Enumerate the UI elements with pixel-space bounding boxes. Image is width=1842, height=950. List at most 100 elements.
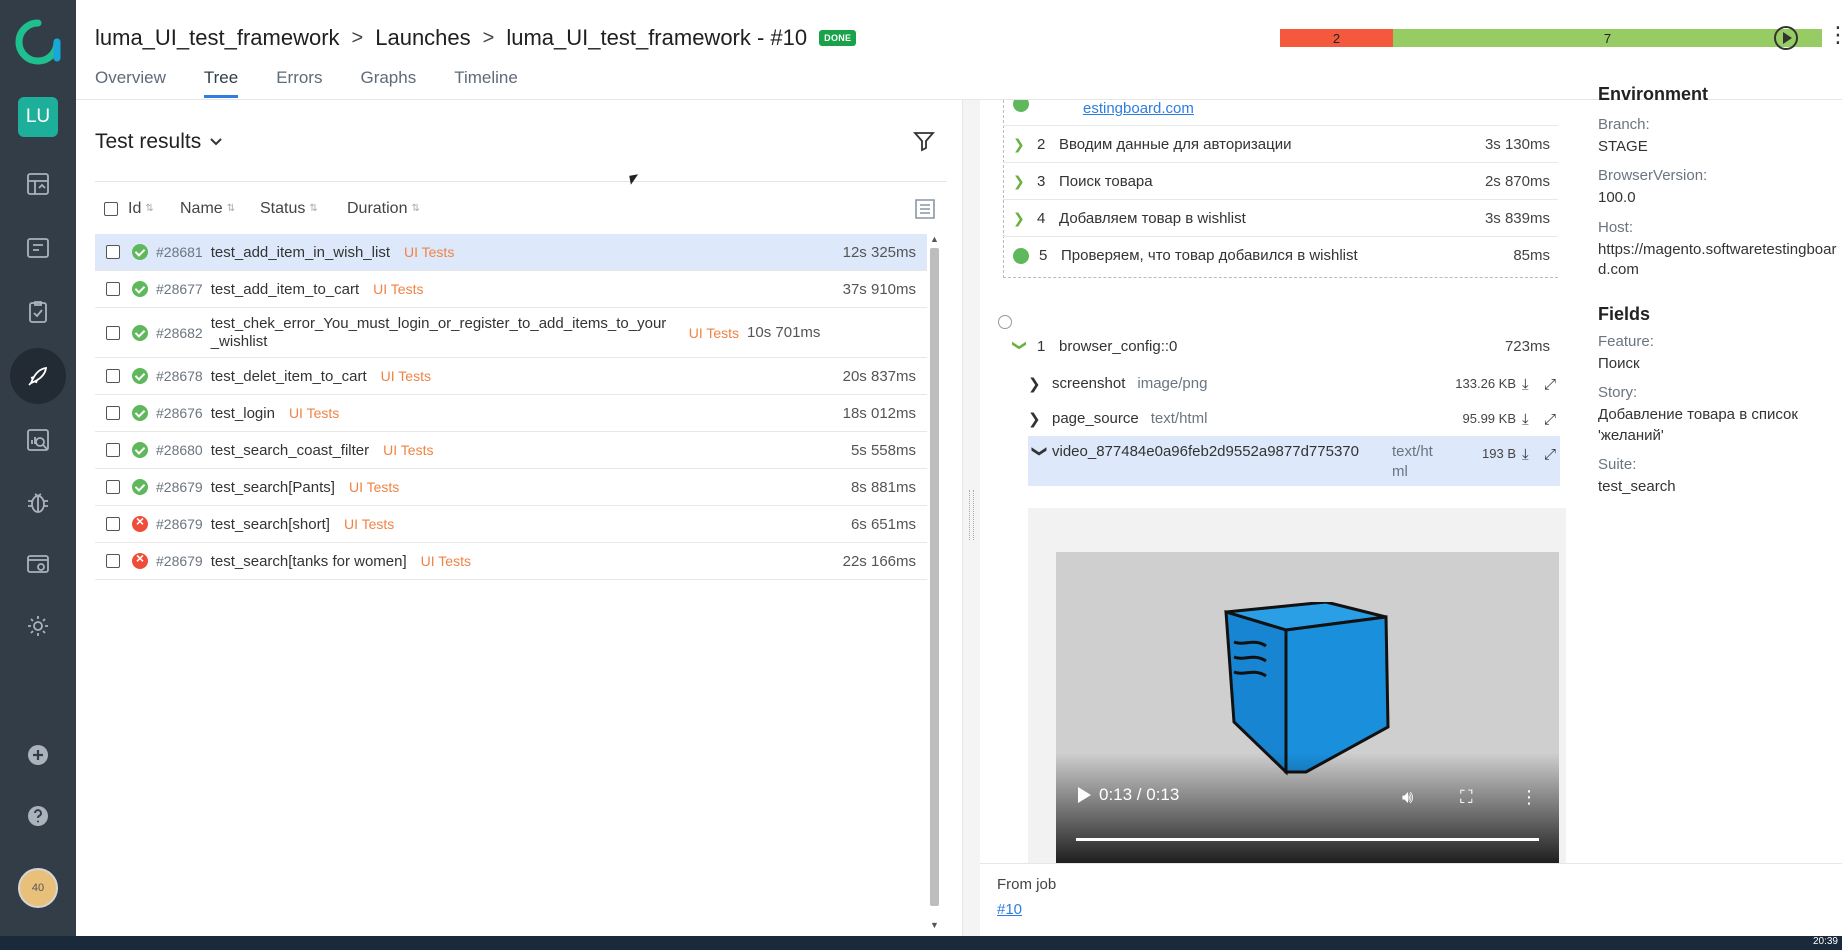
row-id: #28680 bbox=[156, 442, 203, 458]
fullscreen-icon[interactable]: ⛶ bbox=[1460, 787, 1473, 808]
expand-icon[interactable]: ⤢ bbox=[1544, 446, 1560, 463]
feature-label: Feature: bbox=[1598, 333, 1654, 350]
video-progress-bar[interactable] bbox=[1076, 838, 1539, 841]
step-link[interactable]: estingboard.com bbox=[1083, 100, 1194, 117]
scroll-down-icon[interactable]: ▼ bbox=[930, 920, 939, 930]
test-results-title[interactable]: Test results bbox=[95, 130, 223, 154]
rerun-play-icon[interactable] bbox=[1774, 26, 1798, 50]
table-row[interactable]: #28681 test_add_item_in_wish_list UI Tests… bbox=[95, 234, 927, 271]
row-checkbox[interactable] bbox=[106, 443, 120, 457]
table-row[interactable]: #28680 test_search_coast_filter UI Tests 5s… bbox=[95, 432, 927, 469]
chevron-right-icon[interactable]: ❯ bbox=[1028, 410, 1052, 428]
jobs-icon[interactable] bbox=[18, 544, 58, 584]
row-checkbox[interactable] bbox=[106, 325, 120, 340]
table-row[interactable]: #28679 test_search[short] UI Tests 6s 651ms bbox=[95, 506, 927, 543]
project-avatar[interactable]: LU bbox=[18, 97, 58, 137]
launch-statistic-bar[interactable]: 2 7 bbox=[1280, 29, 1822, 47]
user-avatar[interactable]: 40 bbox=[18, 868, 58, 908]
attachment-row[interactable]: ❯ screenshot image/png 133.26 KB ⤓ ⤢ bbox=[1028, 366, 1560, 401]
sort-icon: ⇅ bbox=[309, 202, 318, 214]
row-name[interactable]: test_search_coast_filter bbox=[211, 442, 369, 459]
branch-value: STAGE bbox=[1598, 138, 1648, 155]
row-name[interactable]: test_login bbox=[211, 405, 275, 422]
expand-icon[interactable]: ⤢ bbox=[1544, 376, 1560, 393]
row-name[interactable]: test_chek_error_You_must_login_or_regist… bbox=[211, 315, 671, 351]
row-checkbox[interactable] bbox=[106, 406, 120, 420]
fixture-row[interactable]: ❯ 1 browser_config::0 723ms bbox=[1003, 328, 1558, 365]
play-icon[interactable] bbox=[1078, 787, 1091, 803]
attachment-row-expanded[interactable]: ❯ video_877484e0a96feb2d9552a9877d775370… bbox=[1028, 436, 1560, 486]
video-player[interactable]: 0:13 / 0:13 🔊︎ ⛶ ⋮ bbox=[1056, 552, 1559, 863]
launches-rocket-icon[interactable] bbox=[10, 348, 66, 404]
filter-icon[interactable] bbox=[913, 130, 935, 152]
scrollbar[interactable]: ▲ ▼ bbox=[927, 234, 941, 930]
test-plans-icon[interactable] bbox=[18, 292, 58, 332]
scrollbar-thumb[interactable] bbox=[930, 248, 939, 906]
test-cases-icon[interactable] bbox=[18, 228, 58, 268]
mouse-cursor bbox=[629, 174, 640, 185]
scroll-up-icon[interactable]: ▲ bbox=[930, 234, 939, 244]
row-name[interactable]: test_add_item_in_wish_list bbox=[211, 244, 390, 261]
help-icon[interactable] bbox=[18, 796, 58, 836]
breadcrumb: luma_UI_test_framework > Launches > luma… bbox=[95, 25, 857, 51]
chevron-down-icon[interactable]: ❯ bbox=[1012, 340, 1029, 354]
chevron-right-icon[interactable]: ❯ bbox=[1013, 210, 1037, 227]
table-row[interactable]: #28679 test_search[tanks for women] UI Tes… bbox=[95, 543, 927, 580]
column-name[interactable]: Name ⇅ bbox=[180, 200, 260, 218]
row-checkbox[interactable] bbox=[106, 517, 120, 531]
row-checkbox[interactable] bbox=[106, 480, 120, 494]
step-row[interactable]: ❯ 2 Вводим данные для авторизации 3s 130… bbox=[1003, 126, 1558, 163]
more-menu-icon[interactable]: ⋮ bbox=[1827, 24, 1842, 46]
chevron-right-icon[interactable]: ❯ bbox=[1013, 136, 1037, 153]
column-status[interactable]: Status ⇅ bbox=[260, 200, 347, 218]
table-row[interactable]: #28677 test_add_item_to_cart UI Tests 37s 9… bbox=[95, 271, 927, 308]
row-checkbox[interactable] bbox=[106, 554, 120, 568]
row-name[interactable]: test_search[tanks for women] bbox=[211, 553, 407, 570]
add-plus-icon[interactable] bbox=[18, 735, 58, 775]
drag-handle-icon[interactable] bbox=[969, 490, 974, 540]
settings-gear-icon[interactable] bbox=[18, 606, 58, 646]
dashboards-icon[interactable] bbox=[18, 164, 58, 204]
chevron-down-icon[interactable]: ❯ bbox=[1031, 445, 1049, 469]
table-row[interactable]: #28682 test_chek_error_You_must_login_or_… bbox=[95, 308, 927, 358]
analytics-icon[interactable] bbox=[18, 420, 58, 460]
download-icon[interactable]: ⤓ bbox=[1522, 446, 1538, 463]
row-name[interactable]: test_search[short] bbox=[211, 516, 330, 533]
step-row[interactable]: ❯ 4 Добавляем товар в wishlist 3s 839ms bbox=[1003, 200, 1558, 237]
expand-icon[interactable]: ⤢ bbox=[1544, 411, 1560, 428]
defects-bug-icon[interactable] bbox=[18, 482, 58, 522]
attachment-row[interactable]: ❯ page_source text/html 95.99 KB ⤓ ⤢ bbox=[1028, 401, 1560, 436]
table-row[interactable]: #28676 test_login UI Tests 18s 012ms bbox=[95, 395, 927, 432]
step-row[interactable]: 5 Проверяем, что товар добавился в wishl… bbox=[1003, 237, 1558, 274]
tab-tree[interactable]: Tree bbox=[203, 68, 239, 98]
column-duration[interactable]: Duration ⇅ bbox=[347, 200, 420, 218]
row-name[interactable]: test_delet_item_to_cart bbox=[211, 368, 367, 385]
tab-errors[interactable]: Errors bbox=[276, 68, 322, 98]
tab-overview[interactable]: Overview bbox=[95, 68, 166, 98]
row-checkbox[interactable] bbox=[106, 369, 120, 383]
volume-icon[interactable]: 🔊︎ bbox=[1402, 787, 1413, 808]
table-row[interactable]: #28678 test_delet_item_to_cart UI Tests 20s… bbox=[95, 358, 927, 395]
job-link[interactable]: #10 bbox=[997, 901, 1022, 918]
tree-view-icon[interactable] bbox=[913, 198, 937, 220]
row-name[interactable]: test_add_item_to_cart bbox=[211, 281, 359, 298]
tab-graphs[interactable]: Graphs bbox=[360, 68, 416, 98]
breadcrumb-project[interactable]: luma_UI_test_framework bbox=[95, 25, 340, 51]
passed-status-icon bbox=[132, 405, 148, 421]
panel-splitter[interactable] bbox=[962, 100, 980, 936]
row-checkbox[interactable] bbox=[106, 282, 120, 296]
row-checkbox[interactable] bbox=[106, 245, 120, 259]
column-id[interactable]: Id ⇅ bbox=[128, 200, 180, 218]
download-icon[interactable]: ⤓ bbox=[1522, 411, 1538, 428]
breadcrumb-launches[interactable]: Launches bbox=[375, 25, 470, 51]
allure-logo-icon[interactable] bbox=[14, 18, 62, 66]
step-row[interactable]: ❯ 3 Поиск товара 2s 870ms bbox=[1003, 163, 1558, 200]
table-row[interactable]: #28679 test_search[Pants] UI Tests 8s 881ms bbox=[95, 469, 927, 506]
chevron-right-icon[interactable]: ❯ bbox=[1013, 173, 1037, 190]
tab-timeline[interactable]: Timeline bbox=[454, 68, 518, 98]
row-name[interactable]: test_search[Pants] bbox=[211, 479, 335, 496]
video-menu-icon[interactable]: ⋮ bbox=[1520, 787, 1538, 808]
select-all-checkbox[interactable] bbox=[104, 201, 118, 216]
chevron-right-icon[interactable]: ❯ bbox=[1028, 375, 1052, 393]
download-icon[interactable]: ⤓ bbox=[1522, 376, 1538, 393]
